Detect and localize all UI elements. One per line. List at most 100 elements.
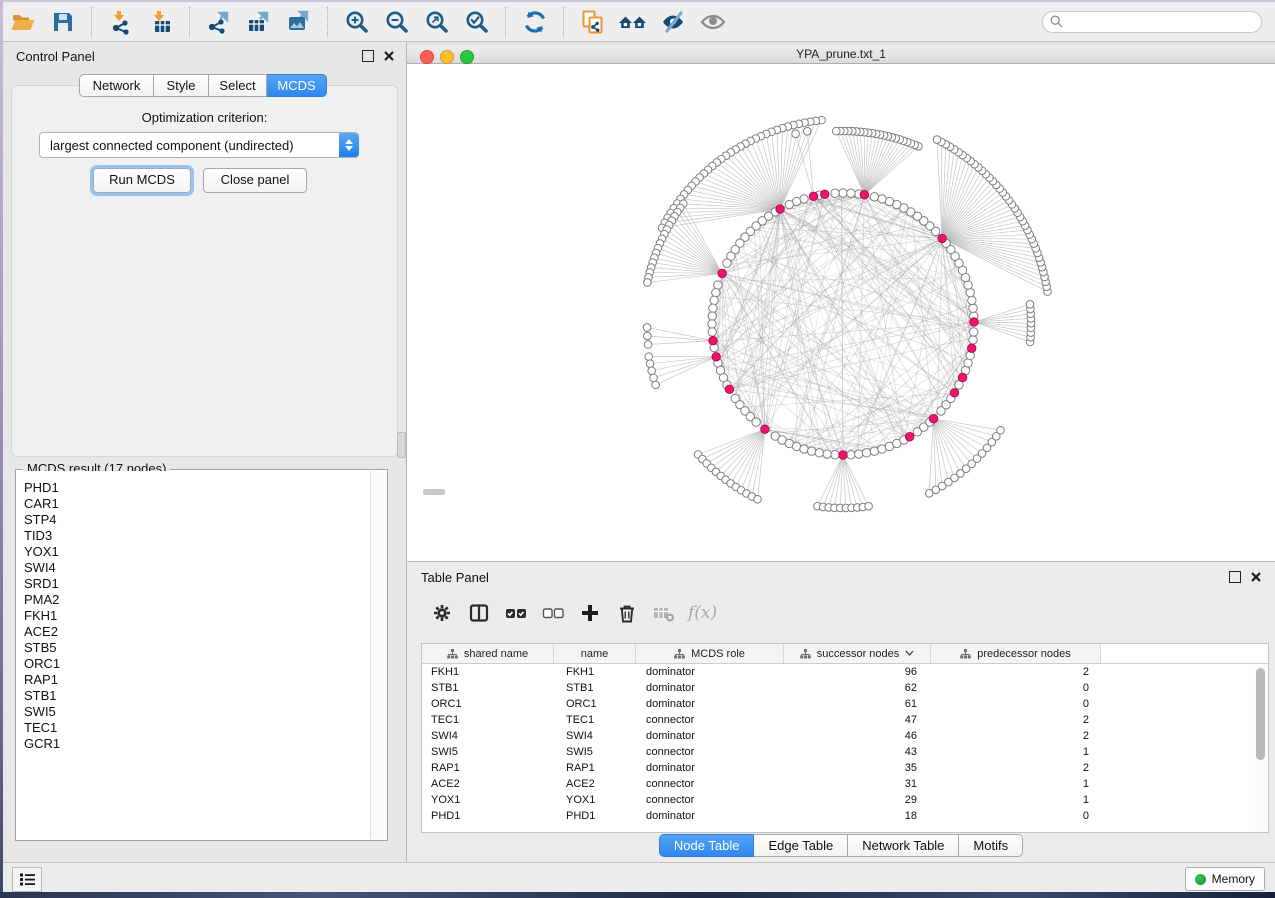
search-input[interactable] (1042, 11, 1262, 33)
cell-successors[interactable]: 46 (784, 730, 931, 742)
list-item[interactable]: STB5 (24, 640, 371, 656)
column-header-successor-nodes[interactable]: successor nodes (784, 644, 931, 663)
tab-network-table[interactable]: Network Table (848, 834, 959, 857)
import-network-button[interactable] (104, 7, 138, 37)
list-item[interactable]: PMA2 (24, 592, 371, 608)
list-item[interactable]: SRD1 (24, 576, 371, 592)
mcds-result-list[interactable]: PHD1 CAR1 STP4 TID3 YOX1 SWI4 SRD1 PMA2 … (17, 471, 371, 839)
delete-column-button[interactable] (612, 598, 642, 628)
cell-predecessors[interactable]: 0 (931, 682, 1101, 694)
task-history-button[interactable] (12, 867, 42, 892)
cell-successors[interactable]: 43 (784, 746, 931, 758)
list-item[interactable]: FKH1 (24, 608, 371, 624)
column-header-name[interactable]: name (554, 644, 636, 663)
table-row[interactable]: PHD1PHD1dominator180 (422, 808, 1268, 824)
table-row[interactable]: STB1STB1dominator620 (422, 680, 1268, 696)
cell-predecessors[interactable]: 2 (931, 730, 1101, 742)
cell-successors[interactable]: 35 (784, 762, 931, 774)
cell-successors[interactable]: 18 (784, 810, 931, 822)
cell-name[interactable]: ACE2 (554, 778, 636, 790)
cell-predecessors[interactable]: 0 (931, 810, 1101, 822)
cell-mcds-role[interactable]: connector (636, 794, 784, 806)
list-item[interactable]: CAR1 (24, 496, 371, 512)
cell-predecessors[interactable]: 2 (931, 666, 1101, 678)
cell-name[interactable]: TEC1 (554, 714, 636, 726)
cell-predecessors[interactable]: 0 (931, 698, 1101, 710)
cell-mcds-role[interactable]: dominator (636, 730, 784, 742)
select-all-button[interactable] (501, 598, 531, 628)
list-item[interactable]: TEC1 (24, 720, 371, 736)
canvas-scrollbar-thumb[interactable] (423, 489, 445, 495)
cell-shared-name[interactable]: SWI5 (422, 746, 554, 758)
cell-successors[interactable]: 47 (784, 714, 931, 726)
cell-mcds-role[interactable]: connector (636, 714, 784, 726)
column-header-shared-name[interactable]: shared name (422, 644, 554, 663)
table-row[interactable]: TEC1TEC1connector472 (422, 712, 1268, 728)
tab-network[interactable]: Network (79, 74, 154, 97)
tab-node-table[interactable]: Node Table (659, 834, 755, 857)
zoom-in-button[interactable] (340, 7, 374, 37)
cell-name[interactable]: SWI4 (554, 730, 636, 742)
export-network-button[interactable] (202, 7, 236, 37)
cell-mcds-role[interactable]: connector (636, 746, 784, 758)
refresh-view-button[interactable] (518, 7, 552, 37)
list-item[interactable]: ACE2 (24, 624, 371, 640)
list-item[interactable]: TID3 (24, 528, 371, 544)
table-scrollbar[interactable] (1255, 664, 1267, 831)
cell-name[interactable]: ORC1 (554, 698, 636, 710)
list-item[interactable]: STB1 (24, 688, 371, 704)
export-image-button[interactable] (282, 7, 316, 37)
save-session-button[interactable] (46, 7, 80, 37)
list-item[interactable]: SWI5 (24, 704, 371, 720)
list-scrollbar[interactable] (370, 471, 386, 839)
zoom-selected-button[interactable] (460, 7, 494, 37)
list-item[interactable]: GCR1 (24, 736, 371, 752)
add-column-button[interactable] (575, 598, 605, 628)
list-item[interactable]: ORC1 (24, 656, 371, 672)
list-item[interactable]: SWI4 (24, 560, 371, 576)
panel-splitter-handle[interactable] (397, 432, 406, 458)
cell-name[interactable]: FKH1 (554, 666, 636, 678)
column-header-mcds-role[interactable]: MCDS role (636, 644, 784, 663)
cell-shared-name[interactable]: YOX1 (422, 794, 554, 806)
cell-name[interactable]: PHD1 (554, 810, 636, 822)
clone-network-button[interactable] (576, 7, 610, 37)
network-canvas[interactable] (407, 64, 1275, 561)
cell-successors[interactable]: 29 (784, 794, 931, 806)
first-neighbors-button[interactable] (616, 7, 650, 37)
show-columns-button[interactable] (464, 598, 494, 628)
cell-mcds-role[interactable]: connector (636, 778, 784, 790)
cell-shared-name[interactable]: FKH1 (422, 666, 554, 678)
cell-shared-name[interactable]: TEC1 (422, 714, 554, 726)
show-all-button[interactable] (696, 7, 730, 37)
list-item[interactable]: RAP1 (24, 672, 371, 688)
tab-mcds[interactable]: MCDS (267, 74, 327, 97)
cell-mcds-role[interactable]: dominator (636, 682, 784, 694)
table-row[interactable]: SWI4SWI4dominator462 (422, 728, 1268, 744)
cell-predecessors[interactable]: 2 (931, 762, 1101, 774)
cell-shared-name[interactable]: STB1 (422, 682, 554, 694)
export-table-button[interactable] (242, 7, 276, 37)
cell-mcds-role[interactable]: dominator (636, 666, 784, 678)
cell-name[interactable]: SWI5 (554, 746, 636, 758)
cell-predecessors[interactable]: 2 (931, 714, 1101, 726)
cell-predecessors[interactable]: 1 (931, 794, 1101, 806)
table-row[interactable]: FKH1FKH1dominator962 (422, 664, 1268, 680)
cell-shared-name[interactable]: PHD1 (422, 810, 554, 822)
cell-mcds-role[interactable]: dominator (636, 698, 784, 710)
cell-successors[interactable]: 96 (784, 666, 931, 678)
cell-successors[interactable]: 62 (784, 682, 931, 694)
cell-name[interactable]: YOX1 (554, 794, 636, 806)
cell-name[interactable]: STB1 (554, 682, 636, 694)
list-item[interactable]: PHD1 (24, 480, 371, 496)
tab-edge-table[interactable]: Edge Table (754, 834, 848, 857)
close-panel-button[interactable] (384, 51, 394, 61)
float-panel-button[interactable] (362, 50, 374, 62)
table-settings-button[interactable] (427, 598, 457, 628)
open-file-button[interactable] (6, 7, 40, 37)
table-scrollbar-thumb[interactable] (1256, 668, 1265, 760)
cell-mcds-role[interactable]: dominator (636, 762, 784, 774)
run-mcds-button[interactable]: Run MCDS (93, 168, 191, 193)
column-header-predecessor-nodes[interactable]: predecessor nodes (931, 644, 1101, 663)
list-item[interactable]: YOX1 (24, 544, 371, 560)
